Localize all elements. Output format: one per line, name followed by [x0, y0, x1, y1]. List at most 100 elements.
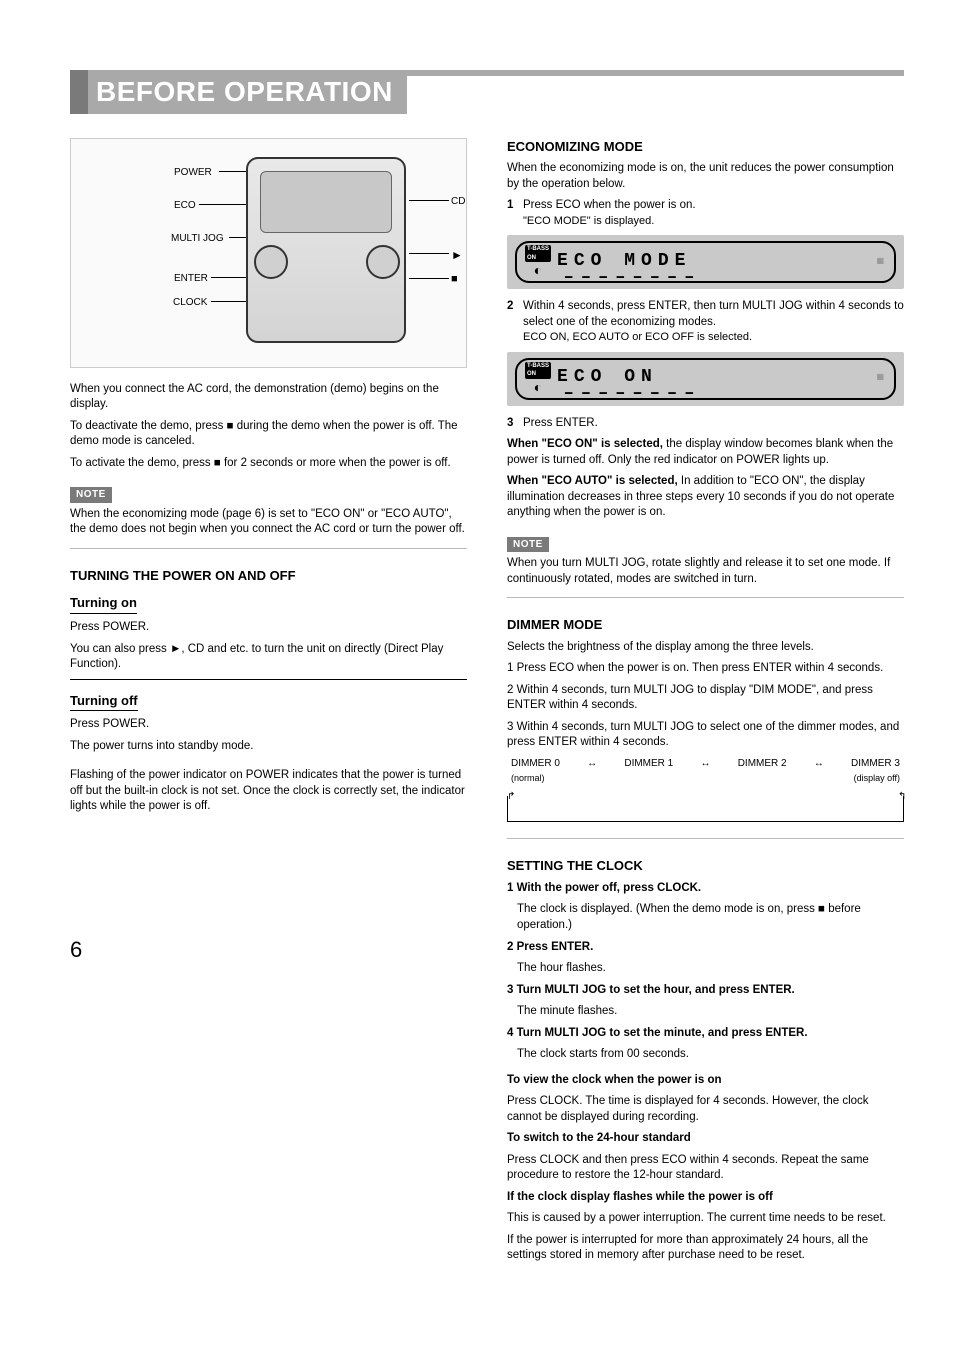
clock-view-t: To view the clock when the power is on: [507, 1074, 722, 1086]
dim-label: DIMMER 2: [738, 757, 787, 771]
demo-note: When the economizing mode (page 6) is se…: [70, 507, 467, 538]
dim-flow-bracket: ↱ ↱: [507, 796, 904, 822]
lcd-badge: T-BASSON: [525, 362, 551, 379]
disc-icon: ◐: [534, 380, 542, 394]
eco-step1: 1 Press ECO when the power is on. "ECO M…: [507, 198, 904, 229]
divider: [507, 597, 904, 598]
clock-s3b: The minute flashes.: [517, 1004, 904, 1020]
step-text: Within 4 seconds, press ENTER, then turn…: [523, 300, 904, 328]
turn-off-body2: The power turns into standby mode.: [70, 739, 467, 755]
arrow-icon: ↔: [587, 757, 597, 771]
lead-line: [409, 200, 449, 201]
section-header: BEFORE OPERATION: [70, 70, 904, 114]
clock-view-b: Press CLOCK. The time is displayed for 4…: [507, 1094, 904, 1125]
dim-label: DIMMER 0: [511, 757, 560, 771]
step-sub: ECO ON, ECO AUTO or ECO OFF is selected.: [523, 331, 752, 343]
eco-on-title: When "ECO ON" is selected,: [507, 438, 663, 450]
dim-label: DIMMER 3: [851, 757, 900, 771]
lcd-grid-icon: ▦: [876, 256, 884, 267]
sub-divider: [70, 679, 467, 680]
arrow-icon: ↔: [814, 757, 824, 771]
step-text: Press ECO when the power is on.: [523, 199, 696, 211]
play-icon: ►: [451, 247, 463, 263]
divider: [507, 838, 904, 839]
clock-s2: 2 Press ENTER.: [507, 941, 593, 953]
stop-icon: ■: [451, 272, 458, 287]
arrow-up-icon: ↱: [507, 790, 515, 804]
clock-s1b: The clock is displayed. (When the demo m…: [517, 902, 904, 933]
turn-off-title: Turning off: [70, 692, 138, 712]
clock-s1: 1 With the power off, press CLOCK.: [507, 882, 701, 894]
dim-intro: Selects the brightness of the display am…: [507, 640, 904, 656]
lead-line: [409, 278, 449, 279]
lcd-dashes: ▁▁▁▁▁▁▁▁: [565, 379, 864, 395]
label-power: POWER: [174, 166, 212, 180]
label-clock: CLOCK: [173, 296, 207, 310]
dial-right: [366, 245, 400, 279]
arrow-up-icon: ↱: [898, 790, 906, 804]
dim-s3: 3 Within 4 seconds, turn MULTI JOG to se…: [507, 720, 904, 751]
clock-title: SETTING THE CLOCK: [507, 857, 904, 875]
step-sub: "ECO MODE" is displayed.: [523, 215, 654, 227]
left-column: POWER ECO MULTI JOG ENTER CLOCK CD ► ■ W…: [70, 138, 467, 1270]
header-accent: [70, 70, 88, 114]
lcd-grid-icon: ▦: [876, 372, 884, 383]
clock-unplug: If the power is interrupted for more tha…: [507, 1233, 904, 1264]
dim-flow-labels: DIMMER 0 ↔ DIMMER 1 ↔ DIMMER 2 ↔ DIMMER …: [507, 757, 904, 771]
demo-p1: When you connect the AC cord, the demons…: [70, 382, 467, 413]
dim-s1: 1 Press ECO when the power is on. Then p…: [507, 661, 904, 677]
dim-note: (normal): [511, 772, 545, 784]
right-column: ECONOMIZING MODE When the economizing mo…: [507, 138, 904, 1270]
lcd-display-2: T-BASSON ◐ ECO ON ▁▁▁▁▁▁▁▁ ▦: [507, 352, 904, 406]
lead-line: [409, 253, 449, 254]
demo-p2: To deactivate the demo, press ■ during t…: [70, 419, 467, 450]
turn-on-body1: Press POWER.: [70, 620, 467, 636]
dim-flow-notes: (normal) (display off): [507, 772, 904, 784]
step-num: 3: [507, 416, 519, 432]
device-diagram: POWER ECO MULTI JOG ENTER CLOCK CD ► ■: [70, 138, 467, 368]
disc-icon: ◐: [534, 263, 542, 277]
turn-on-title: Turning on: [70, 594, 137, 614]
dim-title: DIMMER MODE: [507, 616, 904, 634]
label-eco: ECO: [174, 199, 196, 213]
clock-s4b: The clock starts from 00 seconds.: [517, 1047, 904, 1063]
step-num: 2: [507, 299, 519, 346]
turn-off-body1: Press POWER.: [70, 717, 467, 733]
dial-left: [254, 245, 288, 279]
header-rule: [407, 70, 904, 76]
flash-note: Flashing of the power indicator on POWER…: [70, 768, 467, 815]
step-num: 1: [507, 198, 519, 229]
lcd-display-1: T-BASSON ◐ ECO MODE ▁▁▁▁▁▁▁▁ ▦: [507, 235, 904, 289]
clock-s4: 4 Turn MULTI JOG to set the minute, and …: [507, 1027, 808, 1039]
note-label: NOTE: [70, 487, 112, 503]
dim-s2: 2 Within 4 seconds, turn MULTI JOG to di…: [507, 683, 904, 714]
clock-24-t: To switch to the 24-hour standard: [507, 1132, 691, 1144]
dim-note: (display off): [854, 772, 900, 784]
clock-flash-t: If the clock display flashes while the p…: [507, 1191, 773, 1203]
note-label: NOTE: [507, 537, 549, 553]
divider: [70, 548, 467, 549]
label-enter: ENTER: [174, 272, 208, 286]
header-title: BEFORE OPERATION: [88, 70, 407, 114]
device-body: [246, 157, 406, 343]
clock-s3: 3 Turn MULTI JOG to set the hour, and pr…: [507, 984, 795, 996]
eco-title: ECONOMIZING MODE: [507, 138, 904, 156]
lcd-badge: T-BASSON: [525, 245, 551, 262]
label-cd: CD: [451, 195, 465, 209]
eco-step2: 2 Within 4 seconds, press ENTER, then tu…: [507, 299, 904, 346]
eco-auto-title: When "ECO AUTO" is selected,: [507, 475, 678, 487]
turn-on-body2: You can also press ►, CD and etc. to tur…: [70, 642, 467, 673]
clock-s2b: The hour flashes.: [517, 961, 904, 977]
step-text: Press ENTER.: [523, 416, 904, 432]
dim-label: DIMMER 1: [624, 757, 673, 771]
eco-note: When you turn MULTI JOG, rotate slightly…: [507, 556, 904, 587]
power-section-title: TURNING THE POWER ON AND OFF: [70, 567, 467, 585]
label-multijog: MULTI JOG: [171, 232, 224, 246]
demo-p3: To activate the demo, press ■ for 2 seco…: [70, 456, 467, 472]
arrow-icon: ↔: [700, 757, 710, 771]
lcd-dashes: ▁▁▁▁▁▁▁▁: [565, 263, 864, 279]
clock-flash-b: This is caused by a power interruption. …: [507, 1211, 904, 1227]
clock-24-b: Press CLOCK and then press ECO within 4 …: [507, 1153, 904, 1184]
page-number: 6: [70, 935, 467, 965]
eco-step3: 3 Press ENTER.: [507, 416, 904, 432]
